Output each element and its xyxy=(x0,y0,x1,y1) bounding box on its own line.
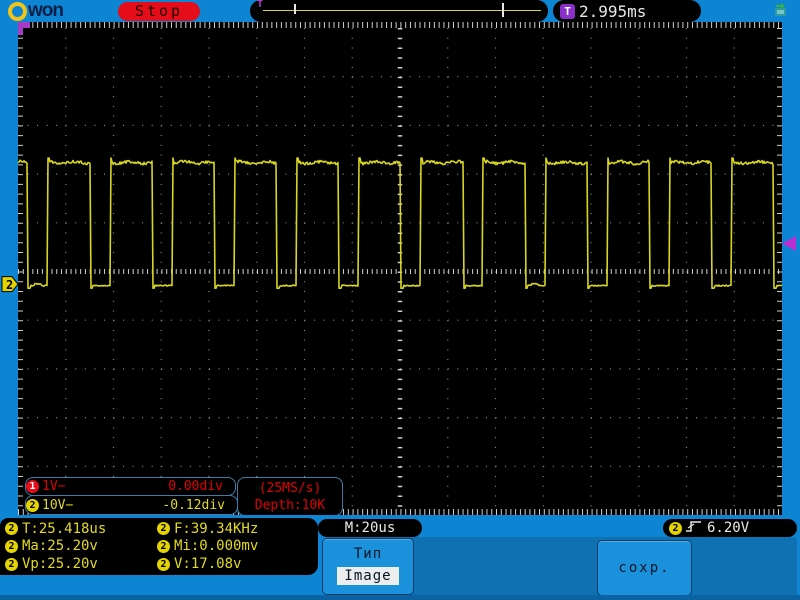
measurement-text: V:17.08v xyxy=(174,556,242,573)
ch2-badge: 2 xyxy=(26,498,39,512)
sample-rate: (25MS/s) xyxy=(258,480,322,496)
measurement-channel-badge: 2 xyxy=(5,557,18,571)
measurement-channel-badge: 2 xyxy=(5,539,18,553)
type-button-value[interactable]: Image xyxy=(337,567,399,585)
measurement-text: Ma:25.20v xyxy=(22,538,98,555)
ch2-position: -0.12div xyxy=(162,497,225,513)
scope-background xyxy=(18,22,782,515)
memory-trigger-tick xyxy=(502,3,504,17)
measurement-channel-badge: 2 xyxy=(5,522,18,536)
measurement-text: F:39.34KHz xyxy=(174,520,259,537)
trigger-level-arrow xyxy=(782,236,796,251)
trigger-level-value: 6.20V xyxy=(707,520,750,536)
svg-text:2: 2 xyxy=(6,278,13,292)
type-button-label: Тип xyxy=(353,546,383,562)
measurement-channel-badge: 2 xyxy=(157,539,170,553)
memory-position-bar: T xyxy=(250,0,548,22)
ch2-scale: 10V− xyxy=(42,497,74,513)
measurement-channel-badge: 2 xyxy=(157,522,170,536)
memory-window-tick xyxy=(294,4,296,14)
owon-logo: won xyxy=(8,0,64,21)
acquisition-panel: (25MS/s) Depth:10K xyxy=(237,477,343,516)
usb-storage-icon xyxy=(771,2,789,22)
trigger-time-pill: T 2.995ms xyxy=(553,0,701,22)
measurement-item: 2 Ma:25.20v xyxy=(5,538,157,556)
measurement-text: T:25.418us xyxy=(22,520,107,537)
rising-edge-icon xyxy=(685,519,703,537)
ch2-info-panel: 2 10V− -0.12div xyxy=(25,495,238,515)
trigger-channel-badge: 2 xyxy=(669,521,682,535)
ch2-position-marker: 2 xyxy=(1,276,19,293)
measurement-channel-badge: 2 xyxy=(157,557,170,571)
measurement-text: Mi:0.000mv xyxy=(174,538,259,555)
measurement-item: 2 F:39.34KHz xyxy=(157,520,318,538)
owon-logo-o-icon xyxy=(8,1,27,21)
record-depth: Depth:10K xyxy=(254,497,326,513)
ch1-position: 0.00div xyxy=(168,479,223,494)
top-bar: won Stop T T 2.995ms xyxy=(0,0,800,22)
measurement-text: Vp:25.20v xyxy=(22,556,98,573)
measurements-panel: 2 T:25.418us 2 F:39.34KHz 2 Ma:25.20v 2 … xyxy=(0,518,318,575)
bottom-bar: 2 T:25.418us 2 F:39.34KHz 2 Ma:25.20v 2 … xyxy=(0,515,800,600)
memory-line xyxy=(263,10,541,11)
save-button-label: сохр. xyxy=(618,560,671,576)
scope-canvas: 2 xyxy=(1,22,796,515)
trigger-level-pill: 2 6.20V xyxy=(663,519,797,537)
save-button[interactable]: сохр. xyxy=(597,540,692,596)
measurement-item: 2 Mi:0.000mv xyxy=(157,538,318,556)
scope-screen: 2 xyxy=(0,0,800,515)
trigger-t-icon: T xyxy=(560,3,575,19)
measurement-item: 2 V:17.08v xyxy=(157,555,318,573)
ch1-badge: 1 xyxy=(26,480,39,493)
memory-trigger-marker: T xyxy=(257,0,264,10)
timebase-pill: M:20us xyxy=(318,519,422,537)
run-state-badge: Stop xyxy=(118,2,200,21)
ch1-scale: 1V− xyxy=(42,479,66,494)
type-button[interactable]: Тип Image xyxy=(322,538,414,595)
measurement-item: 2 Vp:25.20v xyxy=(5,555,157,573)
ch1-info-panel: 1 1V− 0.00div xyxy=(25,477,236,496)
measurement-item: 2 T:25.418us xyxy=(5,520,157,538)
owon-logo-text: won xyxy=(28,0,64,21)
trigger-time-value: 2.995ms xyxy=(579,1,647,21)
bottom-strip xyxy=(0,595,800,600)
